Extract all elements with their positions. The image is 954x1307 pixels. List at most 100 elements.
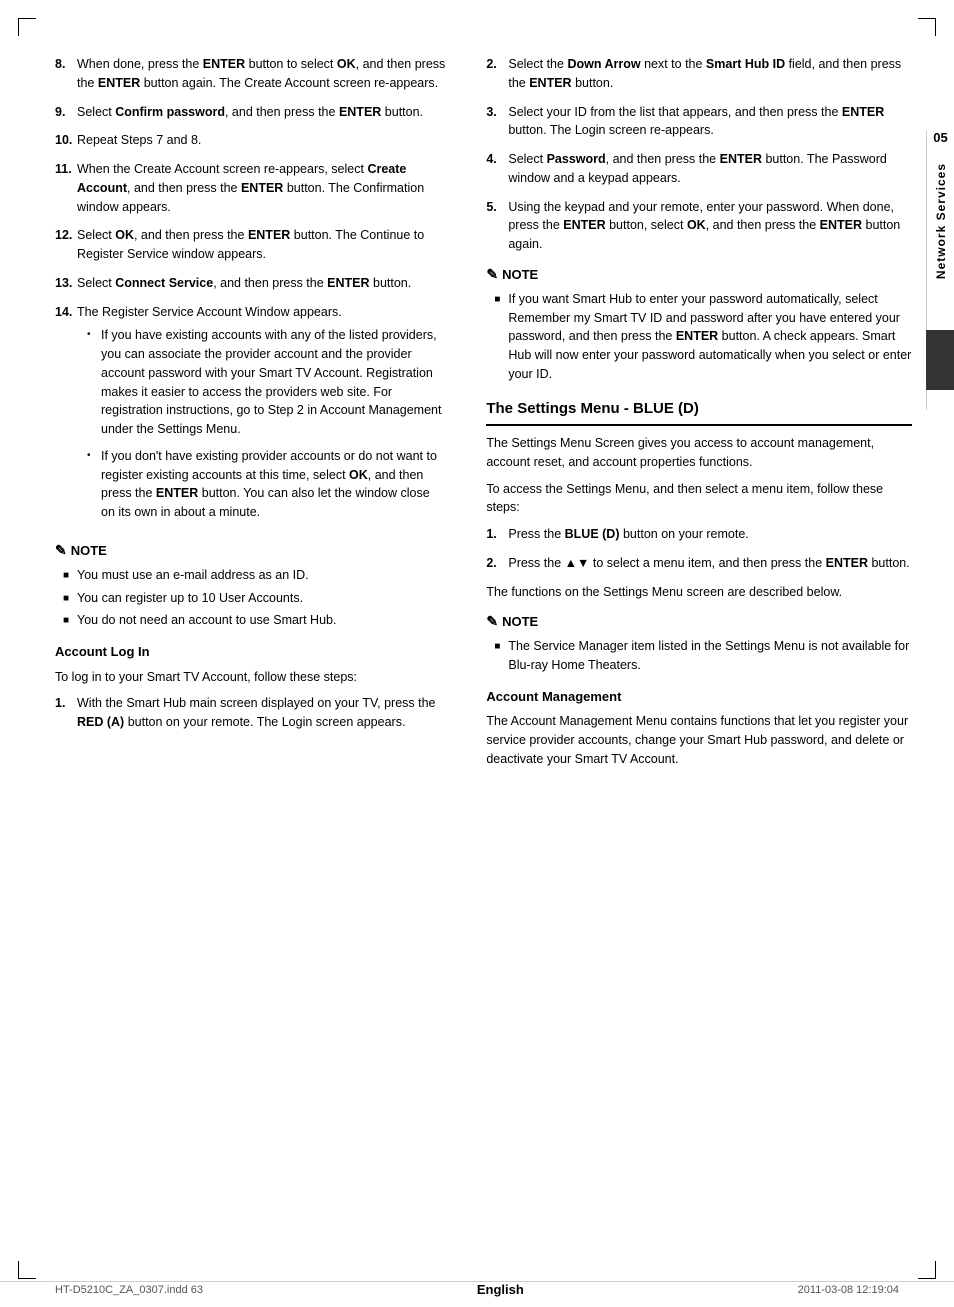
item-number: 1. [55, 694, 77, 713]
bullet-content: If you don't have existing provider acco… [101, 447, 446, 522]
note-item: ■ If you want Smart Hub to enter your pa… [494, 290, 912, 384]
note-section-right: ✎ NOTE ■ If you want Smart Hub to enter … [486, 264, 912, 384]
side-tab-accent [926, 330, 954, 390]
list-item: 9. Select Confirm password, and then pre… [55, 103, 446, 122]
note-item: ■ You can register up to 10 User Account… [63, 589, 446, 608]
note-items: ■ The Service Manager item listed in the… [494, 637, 912, 675]
bullet-item: • If you have existing accounts with any… [87, 326, 446, 439]
bullet-mark: • [87, 327, 101, 342]
right-column: 2. Select the Down Arrow next to the Sma… [466, 55, 912, 1257]
note-item-text: The Service Manager item listed in the S… [508, 637, 912, 675]
item-content: The Register Service Account Window appe… [77, 303, 446, 530]
item-number: 11. [55, 160, 77, 179]
item-number: 10. [55, 131, 77, 150]
list-item: 8. When done, press the ENTER button to … [55, 55, 446, 93]
settings-outro: The functions on the Settings Menu scree… [486, 583, 912, 602]
note-items: ■ If you want Smart Hub to enter your pa… [494, 290, 912, 384]
chapter-number: 05 [933, 130, 947, 145]
corner-mark-tr [918, 18, 936, 36]
list-item: 3. Select your ID from the list that app… [486, 103, 912, 141]
item-content: When done, press the ENTER button to sel… [77, 55, 446, 93]
section-intro2: To access the Settings Menu, and then se… [486, 480, 912, 518]
item-content: Select your ID from the list that appear… [508, 103, 912, 141]
list-item: 2. Select the Down Arrow next to the Sma… [486, 55, 912, 93]
chapter-label: Network Services [934, 163, 948, 279]
note-header: ✎ NOTE [55, 540, 446, 561]
item-number: 13. [55, 274, 77, 293]
note-item: ■ You do not need an account to use Smar… [63, 611, 446, 630]
footer-language: English [477, 1282, 524, 1297]
item-content: Select Confirm password, and then press … [77, 103, 446, 122]
note-icon: ✎ [486, 264, 498, 285]
note-item-text: You do not need an account to use Smart … [77, 611, 336, 630]
note-label: NOTE [502, 265, 538, 285]
footer-left: HT-D5210C_ZA_0307.indd 63 [55, 1284, 203, 1296]
note-section: ✎ NOTE ■ You must use an e-mail address … [55, 540, 446, 630]
note-header: ✎ NOTE [486, 611, 912, 632]
item-content: Using the keypad and your remote, enter … [508, 198, 912, 254]
item-number: 9. [55, 103, 77, 122]
list-item: 13. Select Connect Service, and then pre… [55, 274, 446, 293]
account-log-in-intro: To log in to your Smart TV Account, foll… [55, 668, 446, 687]
item-number: 4. [486, 150, 508, 169]
item-content: With the Smart Hub main screen displayed… [77, 694, 446, 732]
note-bullet: ■ [494, 639, 508, 654]
note-item-text: You can register up to 10 User Accounts. [77, 589, 303, 608]
note-item: ■ The Service Manager item listed in the… [494, 637, 912, 675]
item-number: 1. [486, 525, 508, 544]
item-number: 8. [55, 55, 77, 74]
note-item-text: If you want Smart Hub to enter your pass… [508, 290, 912, 384]
corner-mark-bl [18, 1261, 36, 1279]
left-column: 8. When done, press the ENTER button to … [55, 55, 466, 1257]
list-item: 4. Select Password, and then press the E… [486, 150, 912, 188]
note-bullet: ■ [494, 292, 508, 307]
subsection-heading-account-log-in: Account Log In [55, 642, 446, 662]
subsection-heading-account-mgmt: Account Management [486, 687, 912, 707]
bullet-mark: • [87, 448, 101, 463]
item-number: 14. [55, 303, 77, 322]
note-bullet: ■ [63, 613, 77, 628]
list-item: 1. With the Smart Hub main screen displa… [55, 694, 446, 732]
item-number: 5. [486, 198, 508, 217]
list-item: 5. Using the keypad and your remote, ent… [486, 198, 912, 254]
item-content: Select OK, and then press the ENTER butt… [77, 226, 446, 264]
corner-mark-br [918, 1261, 936, 1279]
footer: HT-D5210C_ZA_0307.indd 63 English 2011-0… [0, 1281, 954, 1297]
item-content: Select Connect Service, and then press t… [77, 274, 446, 293]
item-number: 12. [55, 226, 77, 245]
list-item: 11. When the Create Account screen re-ap… [55, 160, 446, 216]
item-content: Select the Down Arrow next to the Smart … [508, 55, 912, 93]
note-icon: ✎ [55, 540, 67, 561]
note-label: NOTE [502, 612, 538, 632]
note-section-settings: ✎ NOTE ■ The Service Manager item listed… [486, 611, 912, 675]
bullet-item: • If you don't have existing provider ac… [87, 447, 446, 522]
section-heading-settings: The Settings Menu - BLUE (D) [486, 398, 912, 427]
list-item: 10. Repeat Steps 7 and 8. [55, 131, 446, 150]
item-number: 2. [486, 554, 508, 573]
note-items: ■ You must use an e-mail address as an I… [63, 566, 446, 630]
note-bullet: ■ [63, 568, 77, 583]
item-content: When the Create Account screen re-appear… [77, 160, 446, 216]
note-label: NOTE [71, 541, 107, 561]
main-content: 8. When done, press the ENTER button to … [55, 55, 912, 1257]
list-item: 2. Press the ▲▼ to select a menu item, a… [486, 554, 912, 573]
list-item: 14. The Register Service Account Window … [55, 303, 446, 530]
footer-right: 2011-03-08 12:19:04 [798, 1284, 899, 1296]
note-icon: ✎ [486, 611, 498, 632]
item-number: 2. [486, 55, 508, 74]
section-intro: The Settings Menu Screen gives you acces… [486, 434, 912, 472]
bullet-list: • If you have existing accounts with any… [87, 326, 446, 522]
item-content: Press the BLUE (D) button on your remote… [508, 525, 912, 544]
account-mgmt-text: The Account Management Menu contains fun… [486, 712, 912, 768]
item-number: 3. [486, 103, 508, 122]
item-content: Repeat Steps 7 and 8. [77, 131, 446, 150]
note-item: ■ You must use an e-mail address as an I… [63, 566, 446, 585]
note-header: ✎ NOTE [486, 264, 912, 285]
item-content: Press the ▲▼ to select a menu item, and … [508, 554, 912, 573]
item-content: Select Password, and then press the ENTE… [508, 150, 912, 188]
corner-mark-tl [18, 18, 36, 36]
list-item: 1. Press the BLUE (D) button on your rem… [486, 525, 912, 544]
note-bullet: ■ [63, 591, 77, 606]
bullet-content: If you have existing accounts with any o… [101, 326, 446, 439]
list-item: 12. Select OK, and then press the ENTER … [55, 226, 446, 264]
